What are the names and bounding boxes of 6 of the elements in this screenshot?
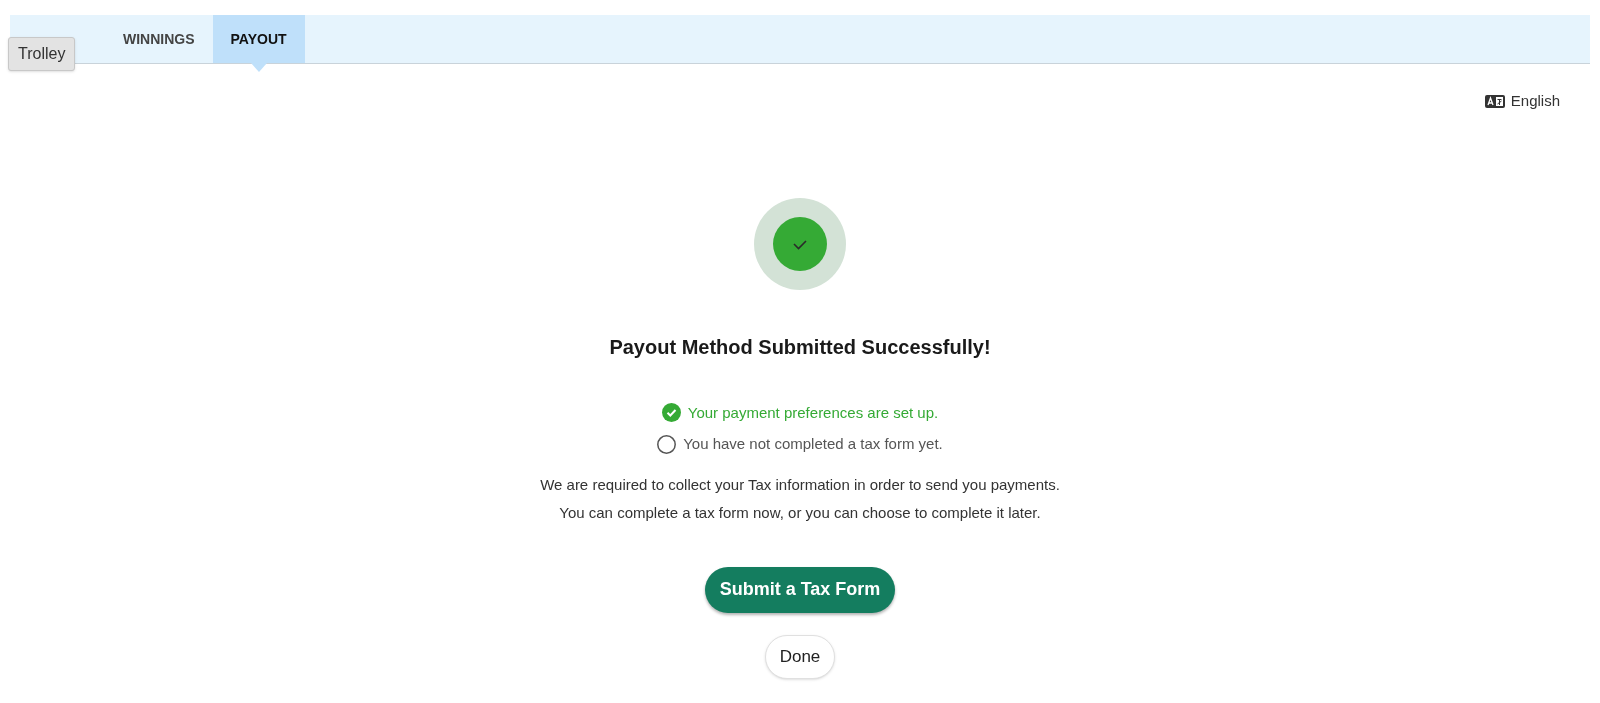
status-text: Your payment preferences are set up. (687, 402, 939, 423)
success-heading: Payout Method Submitted Successfully! (609, 334, 991, 360)
info-text: We are required to collect your Tax information in order to send you payments. (540, 474, 1060, 495)
tooltip: Trolley (8, 37, 76, 71)
status-text: You have not completed a tax form yet. (683, 434, 943, 454)
info-text: You can complete a tax form now, or you can choose to complete it later. (559, 503, 1041, 523)
